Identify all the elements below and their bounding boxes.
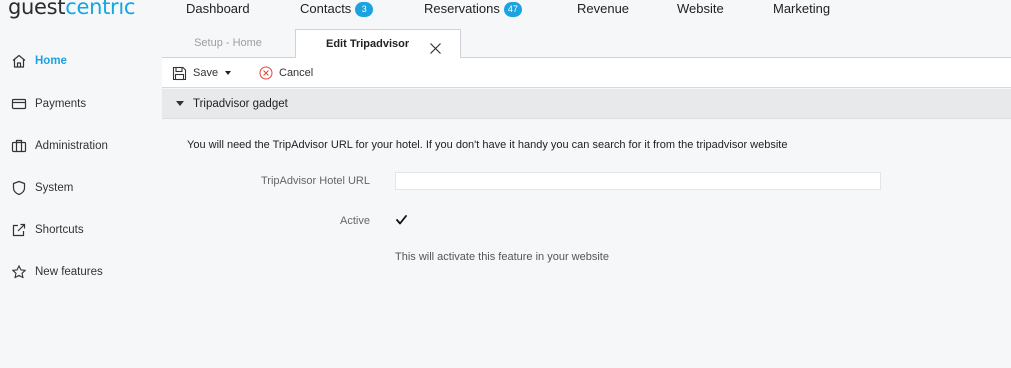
brand-name-part2: centric [65,0,136,19]
nav-dashboard[interactable]: Dashboard [186,0,250,18]
sidebar-item-home[interactable]: Home [10,51,67,71]
tripadvisor-url-input[interactable] [395,172,881,190]
cancel-icon [259,66,273,80]
nav-contacts-label: Contacts [300,1,352,16]
sidebar-item-label: Payments [35,98,87,110]
tab-edit-tripadvisor[interactable]: Edit Tripadvisor [295,29,461,59]
tab-edit-tripadvisor-label: Edit Tripadvisor [326,38,410,50]
caret-down-icon [176,101,184,106]
sidebar-item-payments[interactable]: Payments [10,94,86,114]
nav-website-label: Website [677,1,724,16]
cancel-button[interactable]: Cancel [259,64,313,82]
tab-setup-home[interactable]: Setup - Home [162,29,294,58]
sidebar-item-system[interactable]: System [10,178,73,198]
chevron-down-icon[interactable] [225,71,232,75]
briefcase-icon [10,138,27,155]
nav-revenue[interactable]: Revenue [577,0,629,18]
nav-reservations[interactable]: Reservations 47 [424,0,522,18]
url-field-label: TripAdvisor Hotel URL [260,175,370,187]
form-content: You will need the TripAdvisor URL for yo… [162,120,1011,368]
brand-name-part1: guest [8,0,66,19]
top-navbar: guestcentric Dashboard Contacts 3 Reserva… [0,0,1011,27]
credit-card-icon [10,96,27,113]
active-field-label: Active [340,215,370,227]
nav-reservations-label: Reservations [424,1,500,16]
intro-text: You will need the TripAdvisor URL for yo… [187,139,788,151]
sidebar-item-shortcuts[interactable]: Shortcuts [10,220,84,240]
sidebar-item-label: New features [35,266,103,278]
save-button[interactable]: Save [172,64,232,82]
section-header-tripadvisor[interactable]: Tripadvisor gadget [162,89,1011,119]
shield-icon [10,180,27,197]
active-help-text: This will activate this feature in your … [395,251,609,263]
toolbar: Save Cancel [162,58,1011,88]
home-icon [10,53,27,70]
tab-bar: Setup - Home Edit Tripadvisor [162,27,1011,59]
nav-contacts[interactable]: Contacts 3 [300,0,374,18]
nav-revenue-label: Revenue [577,1,630,16]
save-icon [172,66,187,81]
nav-marketing[interactable]: Marketing [773,0,830,18]
sidebar-item-label: Administration [35,140,108,152]
sidebar-item-label: System [35,182,74,194]
save-button-label: Save [193,67,219,79]
sidebar-item-new-features[interactable]: New features [10,262,103,282]
sidebar-item-administration[interactable]: Administration [10,136,108,156]
close-icon[interactable] [429,38,442,54]
sidebar: Home Payments Administration System Shor… [0,27,162,368]
brand-logo[interactable]: guestcentric [8,0,135,20]
sidebar-item-label: Shortcuts [35,224,84,236]
active-checkbox[interactable] [396,213,407,228]
nav-marketing-label: Marketing [773,1,831,16]
cancel-button-label: Cancel [279,67,314,79]
nav-dashboard-label: Dashboard [186,1,250,16]
reservations-count-badge: 47 [503,2,522,17]
star-icon [10,264,27,281]
external-link-icon [10,222,27,239]
section-title: Tripadvisor gadget [193,97,288,110]
sidebar-item-label: Home [35,55,67,67]
contacts-count-badge: 3 [355,2,374,17]
nav-website[interactable]: Website [677,0,724,18]
